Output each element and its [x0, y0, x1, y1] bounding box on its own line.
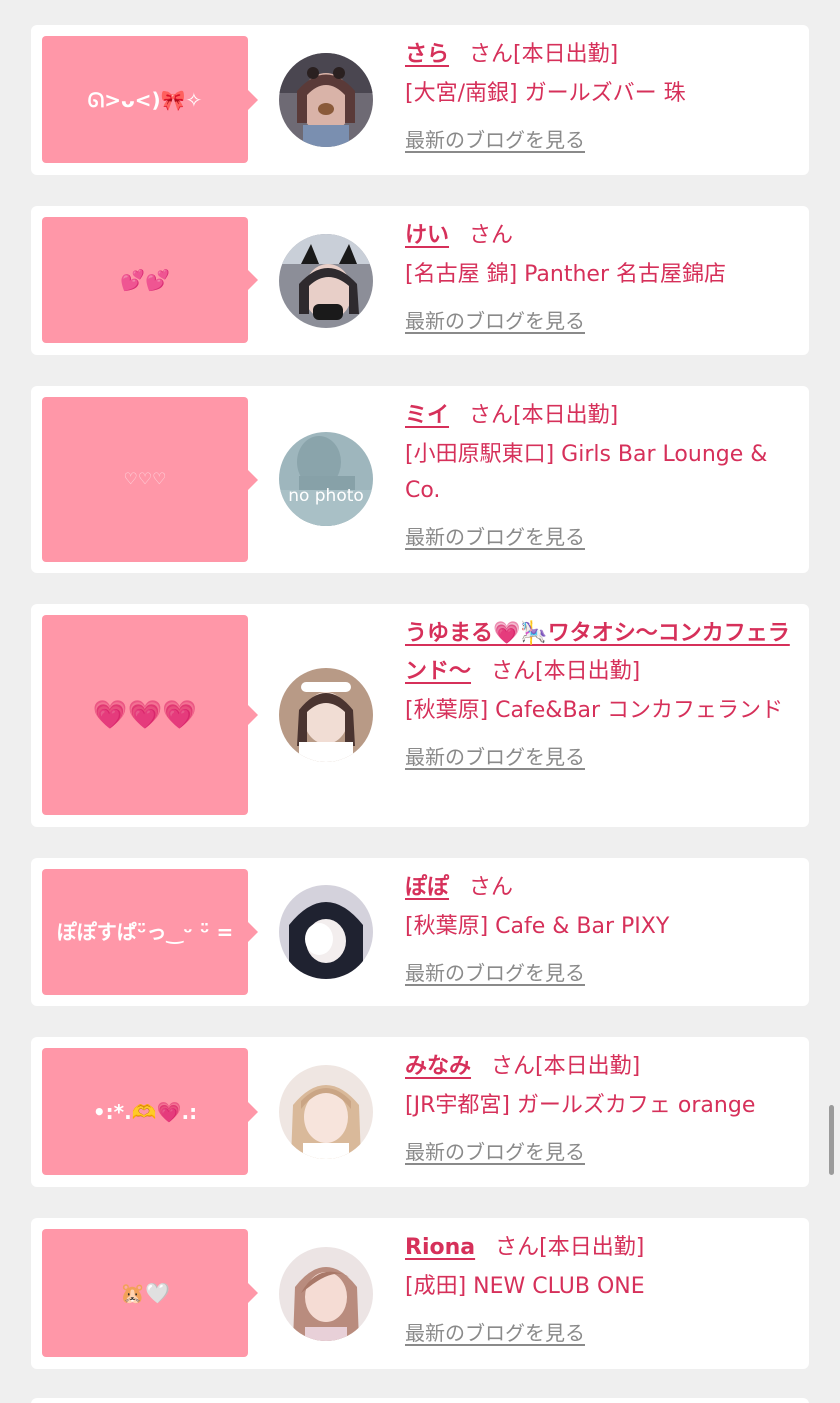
- comment-text: 💗💗💗: [92, 697, 198, 731]
- view-blog-link[interactable]: 最新のブログを見る: [405, 1317, 585, 1346]
- photo-avatar-icon: [279, 1065, 373, 1159]
- scrollbar[interactable]: [829, 1105, 834, 1175]
- comment-bubble: 💕💕: [42, 217, 258, 343]
- view-blog-link[interactable]: 最新のブログを見る: [405, 521, 585, 550]
- comment-text: 💕💕: [120, 268, 170, 292]
- comment-bubble: ᘏ>ᴗ<)🎀✧: [42, 36, 258, 163]
- comment-text: ♡♡♡: [123, 469, 167, 489]
- girl-name-link[interactable]: ミイ: [405, 403, 449, 428]
- honorific: さん: [469, 403, 514, 428]
- girl-card: 💕💕 けい さん [名古屋 錦] Panther 名古屋錦店 最新のブログを見る: [31, 206, 809, 355]
- girl-info: さら さん[本日出勤] [大宮/南銀] ガールズバー 珠 最新のブログを見る: [405, 36, 799, 153]
- girl-card: ᘏ>ᴗ<)🎀✧ さら さん[本日出勤] [大宮/南銀] ガールズバー 珠 最新のブ…: [31, 25, 809, 175]
- avatar[interactable]: [279, 234, 373, 328]
- honorific: さん: [469, 42, 514, 67]
- shop-name: [JR宇都宮] ガールズカフェ orange: [405, 1093, 756, 1118]
- attendance-status: [本日出勤]: [535, 1054, 641, 1079]
- attendance-status: [本日出勤]: [535, 659, 641, 684]
- avatar[interactable]: [279, 668, 373, 762]
- honorific: さん: [469, 223, 514, 248]
- avatar[interactable]: [279, 885, 373, 979]
- girl-card: 💗💗💗 うゆまる💗🎠ワタオシ〜コンカフェランド〜 さん[本日出勤] [秋葉原] C…: [31, 604, 809, 827]
- girl-info: うゆまる💗🎠ワタオシ〜コンカフェランド〜 さん[本日出勤] [秋葉原] Cafe&…: [405, 615, 799, 770]
- photo-avatar-icon: [279, 668, 373, 762]
- photo-avatar-icon: [279, 234, 373, 328]
- girl-name-link[interactable]: ぽぽ: [405, 875, 449, 900]
- view-blog-link[interactable]: 最新のブログを見る: [405, 957, 585, 986]
- no-photo-avatar-icon: [279, 432, 373, 526]
- attendance-status: [本日出勤]: [513, 403, 619, 428]
- girl-card: 🐹🤍 Riona さん[本日出勤] [成田] NEW CLUB ONE 最新のブロ…: [31, 1218, 809, 1369]
- comment-bubble: 💗💗💗: [42, 615, 258, 815]
- honorific: さん: [495, 1235, 540, 1260]
- comment-bubble: ♡♡♡: [42, 397, 258, 562]
- girl-card: ♡♡♡ no photo ミイ さん[本日出勤] [小田原駅東口] Girls B…: [31, 386, 809, 573]
- girl-name-link[interactable]: Riona: [405, 1235, 475, 1260]
- shop-name: [大宮/南銀] ガールズバー 珠: [405, 81, 686, 106]
- girl-name-link[interactable]: さら: [405, 42, 449, 67]
- comment-bubble: 🐹🤍: [42, 1229, 258, 1357]
- honorific: さん: [491, 659, 536, 684]
- next-card-partial: [31, 1398, 809, 1403]
- girl-info: みなみ さん[本日出勤] [JR宇都宮] ガールズカフェ orange 最新のブロ…: [405, 1048, 799, 1165]
- comment-bubble: •:*.🫶💗.:: [42, 1048, 258, 1175]
- comment-text: 🐹🤍: [120, 1281, 170, 1305]
- attendance-status: [本日出勤]: [539, 1235, 645, 1260]
- view-blog-link[interactable]: 最新のブログを見る: [405, 1136, 585, 1165]
- girl-card: •:*.🫶💗.: みなみ さん[本日出勤] [JR宇都宮] ガールズカフェ ora…: [31, 1037, 809, 1187]
- girl-card: ぽぽすぱᵕ̈っ‿ᵕ ᵕ̈ = ぽぽ さん [秋葉原] Cafe & Bar PIX…: [31, 858, 809, 1006]
- photo-avatar-icon: [279, 885, 373, 979]
- no-photo-caption: no photo: [288, 486, 364, 506]
- shop-name: [成田] NEW CLUB ONE: [405, 1274, 645, 1299]
- honorific: さん: [491, 1054, 536, 1079]
- girl-info: ミイ さん[本日出勤] [小田原駅東口] Girls Bar Lounge & C…: [405, 397, 799, 550]
- girl-name-link[interactable]: けい: [405, 223, 449, 248]
- comment-text: ぽぽすぱᵕ̈っ‿ᵕ ᵕ̈ =: [56, 920, 234, 944]
- view-blog-link[interactable]: 最新のブログを見る: [405, 305, 585, 334]
- view-blog-link[interactable]: 最新のブログを見る: [405, 124, 585, 153]
- shop-name: [秋葉原] Cafe & Bar PIXY: [405, 914, 670, 939]
- girl-info: けい さん [名古屋 錦] Panther 名古屋錦店 最新のブログを見る: [405, 217, 799, 334]
- photo-avatar-icon: [279, 53, 373, 147]
- avatar[interactable]: [279, 1065, 373, 1159]
- shop-name: [小田原駅東口] Girls Bar Lounge & Co.: [405, 442, 768, 503]
- comment-text: ᘏ>ᴗ<)🎀✧: [87, 87, 203, 112]
- shop-name: [名古屋 錦] Panther 名古屋錦店: [405, 262, 726, 287]
- view-blog-link[interactable]: 最新のブログを見る: [405, 741, 585, 770]
- girl-name-link[interactable]: みなみ: [405, 1054, 471, 1079]
- girl-info: ぽぽ さん [秋葉原] Cafe & Bar PIXY 最新のブログを見る: [405, 869, 799, 986]
- avatar[interactable]: [279, 1247, 373, 1341]
- shop-name: [秋葉原] Cafe&Bar コンカフェランド: [405, 698, 784, 723]
- comment-bubble: ぽぽすぱᵕ̈っ‿ᵕ ᵕ̈ =: [42, 869, 258, 995]
- avatar[interactable]: [279, 53, 373, 147]
- comment-text: •:*.🫶💗.:: [92, 1099, 198, 1124]
- photo-avatar-icon: [279, 1247, 373, 1341]
- honorific: さん: [469, 875, 514, 900]
- girl-info: Riona さん[本日出勤] [成田] NEW CLUB ONE 最新のブログを見…: [405, 1229, 799, 1346]
- attendance-status: [本日出勤]: [513, 42, 619, 67]
- avatar[interactable]: no photo: [279, 432, 373, 526]
